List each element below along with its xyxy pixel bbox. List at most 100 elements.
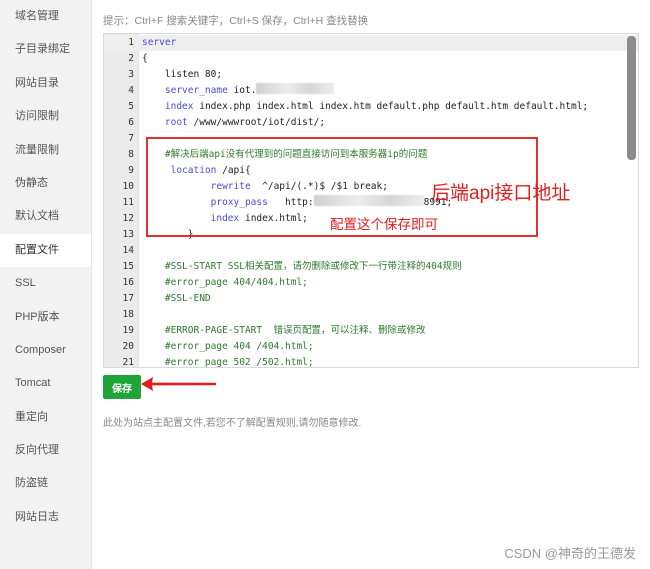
code-line[interactable]: 20 #error_page 404 /404.html;: [104, 339, 638, 355]
sidebar-item[interactable]: 子目录绑定: [0, 33, 91, 66]
line-number: 9: [128, 165, 134, 176]
sidebar-item[interactable]: 访问限制: [0, 100, 91, 133]
code-line[interactable]: 18: [104, 307, 638, 323]
code-line[interactable]: 14: [104, 243, 638, 259]
sidebar-item[interactable]: 流量限制: [0, 134, 91, 167]
code-line[interactable]: 1 server: [104, 35, 638, 51]
code-line[interactable]: 2{: [104, 51, 638, 67]
code-line[interactable]: 7: [104, 131, 638, 147]
code-text: index index.php index.html index.htm def…: [142, 99, 588, 115]
code-token: index.php index.html index.htm default.p…: [193, 101, 589, 112]
code-text: server: [142, 35, 176, 51]
editor-scrollbar-thumb[interactable]: [627, 36, 636, 160]
code-token: root: [164, 117, 188, 128]
code-token: location: [170, 165, 217, 176]
code-token: proxy_pass: [210, 197, 268, 208]
sidebar-item[interactable]: 伪静态: [0, 167, 91, 200]
watermark: CSDN @神奇的王德发: [504, 546, 636, 561]
code-token: listen 80;: [164, 69, 223, 80]
code-token: }: [187, 229, 194, 240]
code-text: rewrite ^/api/(.*)$ /$1 break;: [142, 179, 388, 195]
code-text: #error_page 404/404.html;: [142, 275, 308, 291]
code-line[interactable]: 5 index index.php index.html index.htm d…: [104, 99, 638, 115]
line-number: 19: [122, 325, 134, 336]
hint-text: 提示：Ctrl+F 搜索关键字，Ctrl+S 保存，Ctrl+H 查找替换: [103, 15, 369, 27]
sidebar-item[interactable]: Composer: [0, 334, 91, 367]
code-text: location /api{: [142, 163, 251, 179]
config-warning-note: 此处为站点主配置文件,若您不了解配置规则,请勿随意修改.: [103, 418, 362, 429]
code-line[interactable]: 16 #error_page 404/404.html;: [104, 275, 638, 291]
code-line[interactable]: 6 root /www/wwwroot/iot/dist/;: [104, 115, 638, 131]
line-number: 20: [122, 341, 134, 352]
code-line[interactable]: 17 #SSL-END: [104, 291, 638, 307]
code-token: index: [164, 101, 194, 112]
line-number: 8: [128, 149, 134, 160]
line-number: 16: [122, 277, 134, 288]
code-token: iot.: [227, 85, 257, 96]
sidebar-item[interactable]: 防盗链: [0, 467, 91, 500]
annotation-api-address: 后端api接口地址: [431, 183, 571, 204]
sidebar-item[interactable]: 网站日志: [0, 501, 91, 534]
code-token: {: [142, 53, 148, 64]
code-text: index index.html;: [142, 211, 308, 227]
code-text: #SSL-END: [142, 291, 211, 307]
code-line[interactable]: 3 listen 80;: [104, 67, 638, 83]
line-number: 6: [128, 117, 134, 128]
editor-scrollbar[interactable]: [627, 36, 636, 364]
code-text: }: [142, 227, 194, 243]
code-line[interactable]: 9 location /api{: [104, 163, 638, 179]
code-token: #error_page 404/404.html;: [164, 277, 308, 288]
annotation-arrow-icon: [141, 377, 216, 391]
code-text: #error_page 502 /502.html;: [142, 355, 314, 368]
sidebar-item[interactable]: 反向代理: [0, 434, 91, 467]
code-text: listen 80;: [142, 67, 222, 83]
code-token: #error_page 502 /502.html;: [164, 357, 314, 368]
line-number: 1: [128, 37, 134, 48]
sidebar-item[interactable]: 重定向: [0, 401, 91, 434]
sidebar-item[interactable]: PHP版本: [0, 301, 91, 334]
sidebar-item[interactable]: 域名管理: [0, 0, 91, 33]
line-number: 11: [122, 197, 134, 208]
code-line[interactable]: 8 #解决后端api没有代理到的问题直接访问到本服务器ip的问题: [104, 147, 638, 163]
code-token: index.html;: [239, 213, 308, 224]
save-button[interactable]: 保存: [103, 375, 141, 399]
sidebar-item[interactable]: 网站目录: [0, 67, 91, 100]
line-number: 7: [128, 133, 134, 144]
sidebar-item[interactable]: 配置文件: [0, 233, 91, 268]
code-text: server_name iot.: [142, 83, 335, 99]
line-number: 10: [122, 181, 134, 192]
line-number: 5: [128, 101, 134, 112]
code-token: server: [142, 37, 177, 48]
code-line[interactable]: 21 #error_page 502 /502.html;: [104, 355, 638, 368]
line-number: 4: [128, 85, 134, 96]
line-number: 18: [122, 309, 134, 320]
code-line[interactable]: 4 server_name iot.: [104, 83, 638, 99]
code-line[interactable]: 19 #ERROR-PAGE-START 错误页配置，可以注释、删除或修改: [104, 323, 638, 339]
line-number: 3: [128, 69, 134, 80]
code-token: /www/wwwroot/iot/dist/;: [187, 117, 326, 128]
code-token: #SSL-END: [164, 293, 211, 304]
sidebar-item[interactable]: Tomcat: [0, 367, 91, 400]
code-token: #SSL-START SSL相关配置，请勿删除或修改下一行带注释的404规则: [164, 261, 462, 272]
line-number: 21: [122, 357, 134, 368]
code-line[interactable]: 15 #SSL-START SSL相关配置，请勿删除或修改下一行带注释的404规…: [104, 259, 638, 275]
sidebar-item[interactable]: 默认文档: [0, 200, 91, 233]
line-number: 14: [122, 245, 134, 256]
line-number: 15: [122, 261, 134, 272]
code-token: server_name: [164, 85, 228, 96]
sidebar-item[interactable]: SSL: [0, 267, 91, 300]
code-text: #解决后端api没有代理到的问题直接访问到本服务器ip的问题: [142, 147, 427, 163]
code-text: #SSL-START SSL相关配置，请勿删除或修改下一行带注释的404规则: [142, 259, 462, 275]
code-token: /api{: [216, 165, 251, 176]
